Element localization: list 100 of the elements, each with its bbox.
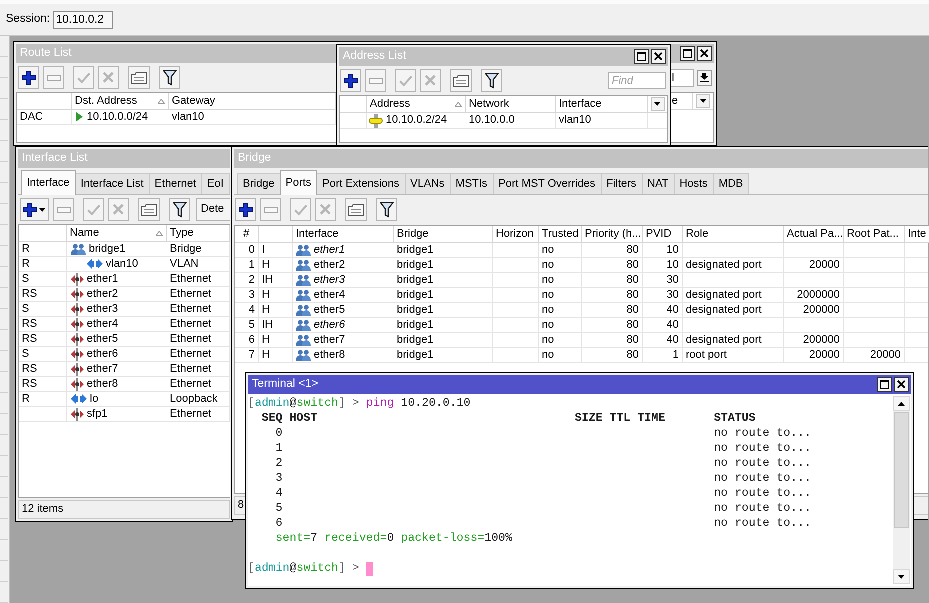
column-header[interactable]: Address (367, 96, 466, 113)
column-header[interactable]: e (669, 93, 693, 110)
status-text: no route to... (714, 457, 812, 470)
table-cell: RS (19, 377, 67, 392)
column-header: TTL (610, 412, 631, 425)
tab[interactable]: Interface (21, 170, 76, 195)
table-cell-text: ether8 (314, 348, 346, 363)
column-header[interactable]: # (235, 226, 259, 243)
maximize-icon (880, 380, 889, 389)
column-header[interactable]: Gateway (169, 93, 336, 110)
column-header[interactable]: Trusted (539, 226, 582, 243)
tab[interactable]: Hosts (674, 173, 714, 194)
tab[interactable]: Ethernet (148, 173, 202, 194)
user-group-icon (296, 290, 311, 300)
column-menu-button[interactable] (650, 97, 664, 111)
tab[interactable]: Bridge (237, 173, 281, 194)
column-header: SEQ (262, 411, 283, 426)
table-cell: H (259, 258, 293, 273)
tab[interactable]: VLANs (404, 173, 451, 194)
column-header[interactable]: Inte (905, 226, 929, 243)
check-icon (76, 72, 90, 84)
column-header[interactable]: Interface (293, 226, 394, 243)
comment-button[interactable] (128, 66, 150, 89)
empty-table-cell (784, 318, 844, 333)
empty-table-cell (493, 348, 539, 363)
table-cell-text: 10.10.0.0/24 (87, 110, 148, 125)
status-text: no route to... (714, 472, 812, 485)
add-button[interactable] (340, 69, 361, 92)
filter-button[interactable] (169, 198, 190, 221)
table-cell-text: ether1 (87, 272, 118, 287)
filter-button[interactable] (376, 198, 397, 221)
column-header[interactable]: Root Pat... (844, 226, 905, 243)
add-button[interactable] (235, 198, 256, 221)
scrollbar[interactable] (893, 396, 910, 584)
column-header[interactable]: Bridge (394, 226, 493, 243)
user-group-icon (296, 260, 311, 270)
column-header[interactable]: Role (683, 226, 784, 243)
cross-icon (112, 203, 125, 216)
column-header: STATUS (714, 412, 756, 425)
column-header[interactable]: Dst. Address (72, 93, 169, 110)
table-cell: R (19, 242, 67, 257)
folder-icon (348, 204, 364, 216)
detect-button[interactable]: Dete (196, 198, 230, 221)
column-header[interactable]: Network (466, 96, 556, 113)
table-cell: 40 (643, 303, 683, 318)
session-field[interactable]: 10.10.0.2 (53, 10, 114, 28)
tab[interactable]: Filters (600, 173, 643, 194)
column-menu-button[interactable] (696, 94, 710, 108)
close-button[interactable] (651, 49, 666, 64)
tab[interactable]: MDB (712, 173, 750, 194)
scroll-down-button[interactable] (893, 569, 910, 584)
window-title: Address List (343, 48, 406, 64)
table-cell-text: ether4 (314, 288, 346, 303)
tab[interactable]: Ports (280, 170, 318, 195)
outward-arrows-icon (71, 408, 84, 420)
maximize-button[interactable] (680, 46, 695, 61)
maximize-button[interactable] (634, 49, 649, 64)
filter-button[interactable] (159, 66, 180, 89)
find-field[interactable]: Find (608, 72, 666, 89)
column-header[interactable]: Type (167, 225, 230, 242)
maximize-button[interactable] (877, 377, 892, 392)
maximize-icon (683, 49, 692, 58)
table-cell: 80 (582, 333, 643, 348)
table-cell: I (259, 243, 293, 258)
dropdown-button[interactable] (697, 70, 712, 86)
tab[interactable]: MSTIs (450, 173, 494, 194)
filter-dropdown-field[interactable]: l (670, 68, 694, 86)
table-cell-text: ether4 (87, 316, 118, 332)
sequence-number: 2 (276, 456, 283, 471)
column-header[interactable]: Name (67, 225, 167, 242)
tab[interactable]: Port MST Overrides (492, 173, 602, 194)
column-header[interactable]: Priority (h... (582, 226, 643, 243)
scroll-up-button[interactable] (893, 396, 910, 411)
empty-table-cell (493, 318, 539, 333)
status-text: no route to... (714, 487, 812, 500)
comment-button[interactable] (138, 198, 160, 221)
minus-icon (264, 206, 278, 212)
add-button[interactable] (18, 66, 39, 89)
column-header[interactable]: Interface (556, 96, 648, 113)
tab[interactable]: Port Extensions (316, 173, 406, 194)
close-button[interactable] (894, 377, 909, 392)
table-cell-text: ether5 (87, 332, 118, 347)
filter-button[interactable] (481, 69, 502, 92)
tab[interactable]: EoI (201, 173, 230, 194)
column-header[interactable]: Horizon (493, 226, 539, 243)
tab[interactable]: Interface List (74, 173, 150, 194)
window-title: Route List (20, 46, 72, 61)
column-header[interactable]: PVID (643, 226, 683, 243)
column-header[interactable]: Actual Pa... (784, 226, 844, 243)
scrollbar-thumb[interactable] (894, 412, 909, 528)
table-cell: 200000 (784, 333, 844, 348)
table-cell-text: ether3 (314, 272, 346, 288)
comment-button[interactable] (345, 198, 367, 221)
capsule-icon (369, 114, 383, 128)
tab[interactable]: NAT (642, 173, 675, 194)
sequence-number: 3 (276, 471, 283, 486)
comment-button[interactable] (450, 69, 472, 92)
close-icon (654, 52, 663, 61)
add-button[interactable] (20, 198, 49, 221)
close-button[interactable] (697, 46, 712, 61)
